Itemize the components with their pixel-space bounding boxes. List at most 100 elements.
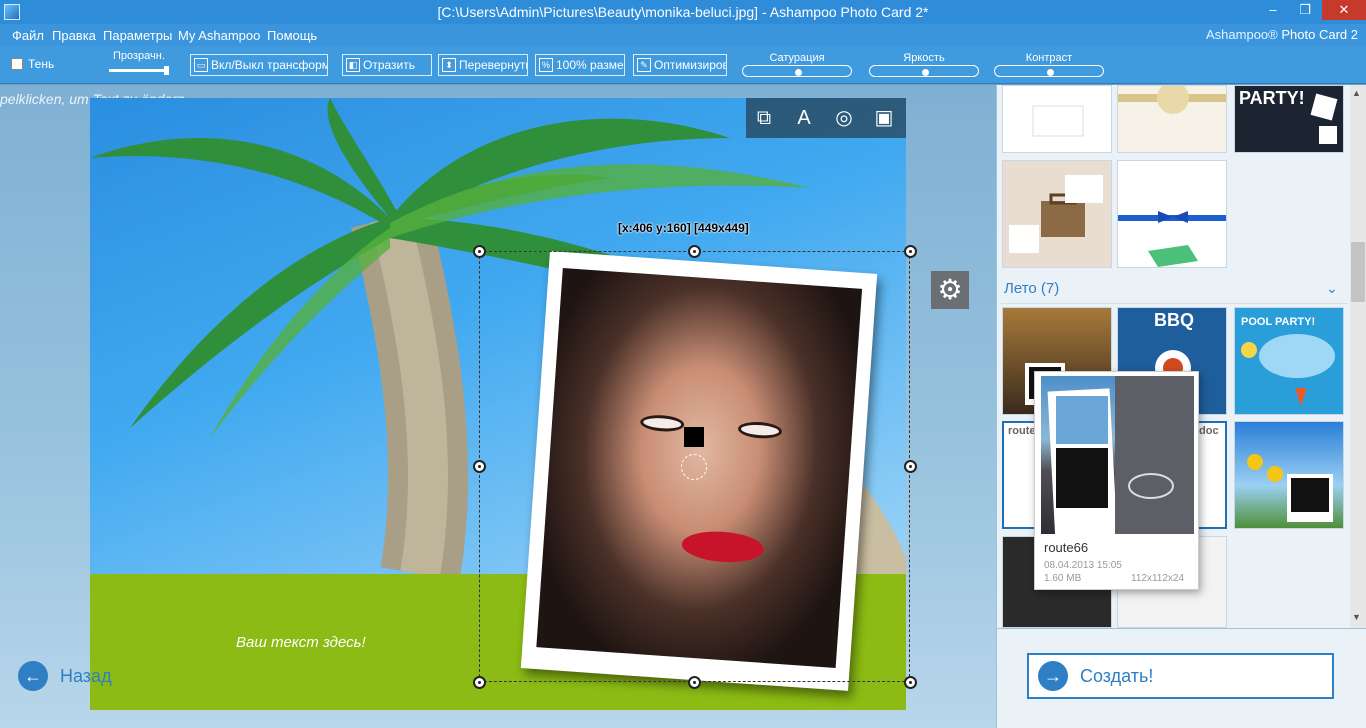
- flip-label: Перевернуть: [459, 58, 528, 72]
- mirror-button[interactable]: ◧ Отразить: [342, 54, 432, 76]
- resize-handle-left[interactable]: [473, 460, 486, 473]
- percent-icon: %: [539, 58, 553, 72]
- tooltip-preview: [1041, 376, 1194, 542]
- toggle-transform-button[interactable]: ▭ Вкл/Выкл трансформа: [190, 54, 328, 76]
- template-thumb[interactable]: [1117, 85, 1227, 153]
- template-thumb[interactable]: POOL PARTY!: [1234, 307, 1344, 415]
- tooltip-date: 08.04.2013 15:05: [1044, 560, 1122, 571]
- contrast-label: Контраст: [1025, 52, 1073, 64]
- panel-scrollbar[interactable]: [1350, 85, 1366, 628]
- saturation-control: Сатурация: [742, 52, 852, 77]
- rotate-handle[interactable]: [681, 454, 707, 480]
- template-label: PARTY!: [1239, 88, 1305, 108]
- saturation-knob[interactable]: [794, 69, 802, 76]
- create-label: Создать!: [1080, 665, 1154, 686]
- template-thumb[interactable]: [1234, 421, 1344, 529]
- magic-wand-icon: ✎: [637, 58, 651, 72]
- move-handle[interactable]: [684, 427, 704, 447]
- card-text[interactable]: Ваш текст здесь!: [236, 634, 366, 651]
- contrast-slider[interactable]: [994, 65, 1104, 77]
- window-title: [C:\Users\Admin\Pictures\Beauty\monika-b…: [437, 4, 929, 20]
- template-thumb[interactable]: PARTY!: [1234, 85, 1344, 153]
- back-button[interactable]: ← Назад: [18, 661, 112, 691]
- resize-handle-right[interactable]: [904, 460, 917, 473]
- brand-prefix: Ashampoo®: [1206, 27, 1278, 42]
- panel-divider: [996, 628, 1366, 629]
- create-button[interactable]: → Создать!: [1027, 653, 1334, 699]
- template-preview: [1032, 105, 1084, 137]
- resize-handle-bottom-left[interactable]: [473, 676, 486, 689]
- workspace: pelklicken, um Text zu ändern: [0, 85, 996, 728]
- menu-edit[interactable]: Правка: [52, 28, 96, 43]
- arrow-left-icon: ←: [18, 661, 48, 691]
- original-size-label: 100% размер: [556, 58, 625, 72]
- route66-preview: [1047, 376, 1194, 542]
- saturation-label: Сатурация: [769, 52, 825, 64]
- brand-name: Photo Card: [1281, 27, 1348, 42]
- brand-label: Ashampoo® Photo Card 2: [1206, 27, 1358, 42]
- arrow-right-icon: →: [1038, 661, 1068, 691]
- tooltip-size: 1.60 MB: [1044, 573, 1082, 584]
- scrollbar-thumb[interactable]: [1351, 242, 1365, 302]
- template-thumb[interactable]: [1002, 160, 1112, 268]
- text-icon[interactable]: A: [788, 102, 820, 134]
- toolbar: Тень Прозрачн. ▭ Вкл/Выкл трансформа ◧ О…: [0, 46, 1366, 84]
- brightness-knob[interactable]: [921, 69, 929, 76]
- scroll-down-icon[interactable]: ▼: [1352, 612, 1361, 622]
- opacity-label: Прозрачн.: [113, 50, 165, 62]
- change-background-icon[interactable]: ▣: [868, 102, 900, 134]
- close-button[interactable]: ✕: [1322, 0, 1366, 20]
- replace-image-icon[interactable]: ◎: [828, 102, 860, 134]
- brightness-label: Яркость: [903, 52, 945, 64]
- template-preview: [1118, 211, 1226, 267]
- resize-handle-bottom[interactable]: [688, 676, 701, 689]
- template-thumb[interactable]: [1002, 85, 1112, 153]
- brightness-slider[interactable]: [869, 65, 979, 77]
- category-divider: [1001, 303, 1348, 304]
- original-size-button[interactable]: % 100% размер: [535, 54, 625, 76]
- tooltip-name: route66: [1044, 540, 1089, 555]
- brightness-control: Яркость: [869, 52, 979, 77]
- mirror-icon: ◧: [346, 58, 360, 72]
- flip-button[interactable]: ⬍ Перевернуть: [438, 54, 528, 76]
- shadow-checkbox[interactable]: [11, 58, 23, 70]
- maximize-button[interactable]: ❐: [1290, 0, 1320, 20]
- shapes-icon[interactable]: ⧉: [748, 102, 780, 134]
- flip-icon: ⬍: [442, 58, 456, 72]
- resize-handle-top[interactable]: [688, 245, 701, 258]
- template-label: doc: [1199, 425, 1219, 437]
- menu-bar: Файл Правка Параметры My Ashampoo Помощь…: [0, 24, 1366, 46]
- resize-handle-bottom-right[interactable]: [904, 676, 917, 689]
- scroll-up-icon[interactable]: ▲: [1352, 88, 1361, 98]
- template-preview: [1247, 454, 1333, 522]
- saturation-slider[interactable]: [742, 65, 852, 77]
- back-label: Назад: [60, 665, 112, 686]
- chevron-down-icon[interactable]: ⌄: [1326, 280, 1338, 297]
- selection-coords-readout: [x:406 y:160] [449x449]: [618, 221, 749, 235]
- opacity-slider-knob[interactable]: [164, 66, 169, 75]
- menu-file[interactable]: Файл: [12, 28, 44, 43]
- template-preview: [1118, 86, 1226, 114]
- gear-icon[interactable]: ⚙: [931, 271, 969, 309]
- transform-icon: ▭: [194, 58, 208, 72]
- resize-handle-top-left[interactable]: [473, 245, 486, 258]
- resize-handle-top-right[interactable]: [904, 245, 917, 258]
- template-label: POOL PARTY!: [1241, 316, 1316, 328]
- menu-my-ashampoo[interactable]: My Ashampoo: [178, 28, 260, 43]
- optimize-label: Оптимизирова: [654, 58, 726, 72]
- shadow-label: Тень: [28, 57, 55, 71]
- toggle-transform-label: Вкл/Выкл трансформа: [211, 58, 328, 72]
- card-toolbar: ⧉ A ◎ ▣: [746, 98, 906, 138]
- template-thumb[interactable]: [1117, 160, 1227, 268]
- contrast-knob[interactable]: [1046, 69, 1054, 76]
- menu-help[interactable]: Помощь: [267, 28, 317, 43]
- template-label: route: [1008, 425, 1036, 437]
- template-tooltip: route66 08.04.2013 15:05 1.60 MB 112x112…: [1034, 371, 1199, 590]
- category-summer[interactable]: Лето (7): [1004, 280, 1059, 297]
- minimize-button[interactable]: –: [1258, 0, 1288, 20]
- mirror-label: Отразить: [363, 58, 415, 72]
- opacity-slider[interactable]: [109, 69, 169, 72]
- menu-settings[interactable]: Параметры: [103, 28, 172, 43]
- tooltip-dimensions: 112x112x24: [1131, 573, 1185, 584]
- optimize-button[interactable]: ✎ Оптимизирова: [633, 54, 727, 76]
